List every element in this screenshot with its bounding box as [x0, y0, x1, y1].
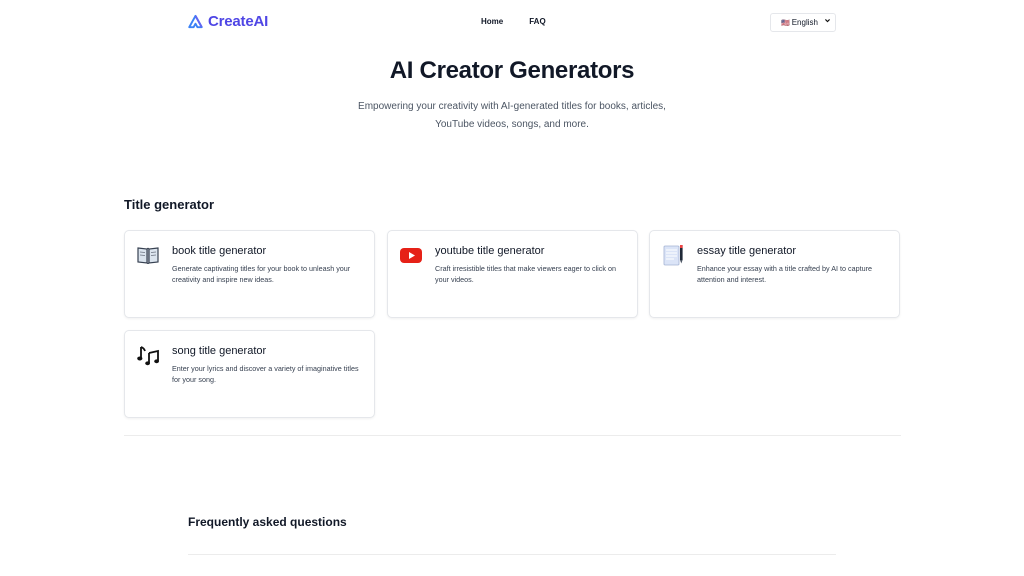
- page-subtitle: Empowering your creativity with AI-gener…: [0, 98, 1024, 134]
- logo-link[interactable]: CreateAI: [188, 13, 268, 30]
- nav-home-link[interactable]: Home: [481, 17, 503, 26]
- page-title: AI Creator Generators: [389, 57, 635, 84]
- subtitle-line-1: Empowering your creativity with AI-gener…: [358, 101, 666, 112]
- card-description: Enter your lyrics and discover a variety…: [172, 364, 359, 384]
- notebook-pen-icon: [661, 243, 685, 267]
- us-flag-icon: 🇺🇸: [781, 19, 790, 27]
- logo-icon: [188, 14, 203, 29]
- card-title: essay title generator: [697, 245, 797, 257]
- card-description: Craft irresistible titles that make view…: [435, 264, 616, 284]
- youtube-icon: [399, 243, 423, 267]
- faq-divider: [188, 554, 836, 555]
- section-divider: [124, 435, 901, 436]
- chevron-down-icon: [824, 17, 831, 26]
- card-song-title-generator[interactable]: song title generator Enter your lyrics a…: [124, 330, 375, 418]
- main-nav: Home FAQ: [481, 17, 546, 26]
- card-title: song title generator: [172, 345, 267, 357]
- nav-faq-link[interactable]: FAQ: [529, 17, 545, 26]
- card-description: Generate captivating titles for your boo…: [172, 264, 351, 284]
- faq-title: Frequently asked questions: [188, 515, 347, 529]
- card-title: youtube title generator: [435, 245, 545, 257]
- book-icon: [136, 243, 160, 267]
- music-notes-icon: [136, 343, 160, 367]
- section-title: Title generator: [124, 197, 215, 212]
- logo-text: CreateAI: [208, 13, 269, 30]
- card-book-title-generator[interactable]: book title generator Generate captivatin…: [124, 230, 375, 318]
- site-header: CreateAI Home FAQ 🇺🇸 English: [0, 0, 1024, 44]
- card-essay-title-generator[interactable]: essay title generator Enhance your essay…: [649, 230, 900, 318]
- subtitle-line-2: YouTube videos, songs, and more.: [435, 119, 589, 130]
- language-select[interactable]: 🇺🇸 English: [770, 13, 836, 32]
- card-youtube-title-generator[interactable]: youtube title generator Craft irresistib…: [387, 230, 638, 318]
- card-title: book title generator: [172, 245, 267, 257]
- card-description: Enhance your essay with a title crafted …: [697, 264, 872, 284]
- language-selected: English: [791, 18, 818, 27]
